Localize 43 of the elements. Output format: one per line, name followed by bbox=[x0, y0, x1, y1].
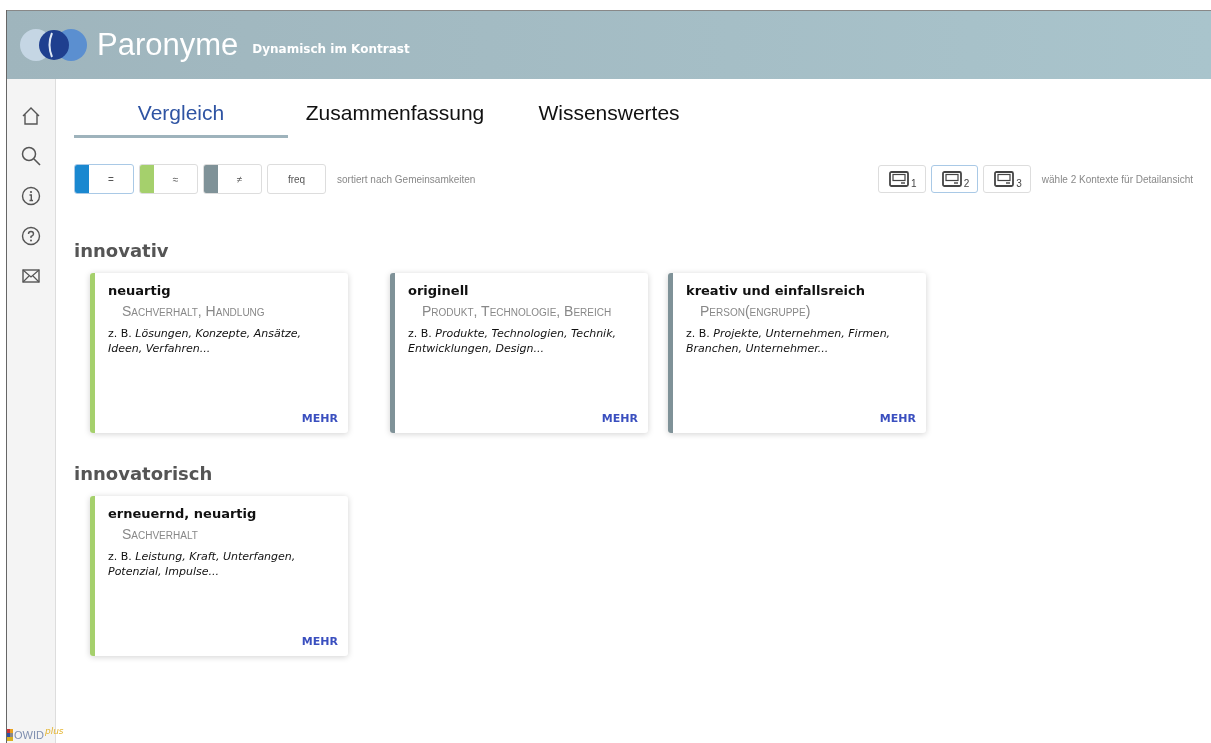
more-link[interactable]: MEHR bbox=[301, 412, 338, 425]
context-button[interactable]: 2 bbox=[930, 165, 979, 193]
card-category: Person(engruppe) bbox=[700, 303, 812, 319]
logo-suffix: plus bbox=[44, 726, 64, 736]
card-examples: z. B. Leistung, Kraft, Unterfangen, Potenzial, Impulse... bbox=[108, 549, 297, 580]
app-subtitle: Dynamisch im Kontrast bbox=[252, 42, 410, 56]
context-hint: wähle 2 Kontexte für Detailansicht bbox=[1041, 173, 1193, 185]
card-title: erneuernd, neuartig bbox=[108, 506, 258, 521]
tab[interactable]: Zusammenfassung bbox=[288, 95, 502, 138]
screen-icon bbox=[994, 171, 1015, 187]
sort-hint: sortiert nach Gemeinsamkeiten bbox=[337, 173, 476, 185]
filter-button[interactable]: freq bbox=[267, 164, 326, 194]
logo-icon bbox=[7, 729, 13, 741]
card-examples: z. B. Produkte, Technologien, Technik, Entwicklungen, Design... bbox=[408, 326, 618, 357]
context-button[interactable]: 3 bbox=[983, 165, 1031, 193]
screen-icon bbox=[941, 171, 962, 187]
search-icon[interactable] bbox=[20, 145, 42, 167]
context-button[interactable]: 1 bbox=[878, 165, 926, 193]
more-link[interactable]: MEHR bbox=[601, 412, 638, 425]
screen-icon bbox=[889, 171, 910, 187]
tab[interactable]: Wissenswertes bbox=[502, 95, 716, 138]
card-title: originell bbox=[408, 283, 470, 298]
more-link[interactable]: MEHR bbox=[879, 412, 916, 425]
help-icon[interactable] bbox=[20, 225, 42, 247]
filter-button[interactable]: ≠ bbox=[203, 164, 262, 194]
card-category: Produkt, Technologie, Bereich bbox=[422, 303, 613, 319]
logo-text: OWID bbox=[14, 729, 44, 741]
logo-icon bbox=[19, 28, 89, 62]
card-title: neuartig bbox=[108, 283, 172, 298]
section-heading: innovativ bbox=[74, 240, 170, 261]
card-examples: z. B. Projekte, Unternehmen, Firmen, Branchen, Unternehmer... bbox=[686, 326, 892, 357]
card-examples: z. B. Lösungen, Konzepte, Ansätze, Ideen, Verfahren... bbox=[108, 326, 302, 357]
app-title: Paronyme bbox=[97, 27, 239, 63]
more-link[interactable]: MEHR bbox=[301, 635, 338, 648]
tab[interactable]: Vergleich bbox=[74, 95, 288, 138]
home-icon[interactable] bbox=[20, 105, 42, 127]
card-title: kreativ und einfallsreich bbox=[686, 283, 866, 298]
card-category: Sachverhalt bbox=[122, 526, 199, 542]
section-heading: innovatorisch bbox=[74, 463, 214, 484]
filter-button[interactable]: ≈ bbox=[139, 164, 198, 194]
info-icon[interactable] bbox=[20, 185, 42, 207]
filter-button[interactable]: = bbox=[74, 164, 134, 194]
card-category: Sachverhalt, Handlung bbox=[122, 303, 266, 319]
